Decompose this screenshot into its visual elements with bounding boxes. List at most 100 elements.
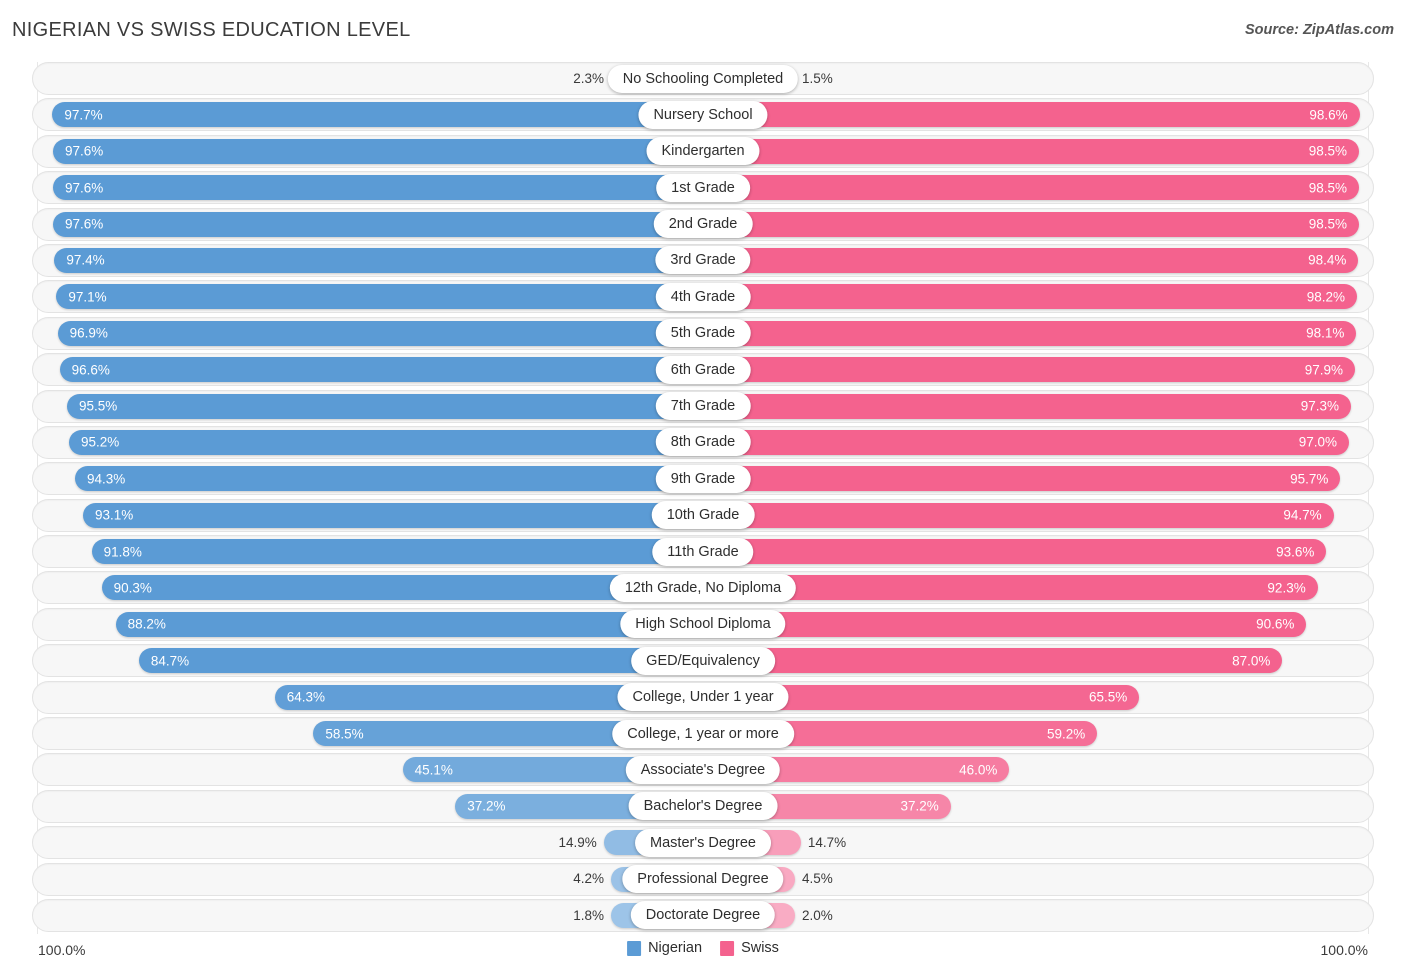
- swiss-bar[interactable]: 98.5%: [703, 175, 1359, 201]
- category-label[interactable]: Bachelor's Degree: [628, 792, 778, 821]
- bar-group-left: 88.2%: [115, 611, 703, 637]
- bar-group-left: 97.6%: [52, 138, 703, 164]
- category-label[interactable]: 2nd Grade: [653, 210, 753, 239]
- bar-value-label: 94.7%: [1283, 507, 1322, 523]
- category-label[interactable]: 7th Grade: [655, 392, 751, 421]
- category-label[interactable]: Master's Degree: [635, 828, 771, 857]
- swiss-bar[interactable]: 98.4%: [703, 247, 1359, 273]
- legend-item[interactable]: Swiss: [720, 940, 779, 956]
- bar-value-label: 98.5%: [1308, 216, 1347, 232]
- swiss-bar[interactable]: 98.5%: [703, 138, 1359, 164]
- chart-row: 37.2% 37.2% Bachelor's Degree: [0, 789, 1406, 823]
- category-label[interactable]: Associate's Degree: [625, 755, 781, 784]
- bar-group-right: 98.1%: [703, 320, 1357, 346]
- bar-value-label: 92.3%: [1267, 580, 1306, 596]
- swiss-bar[interactable]: 98.5%: [703, 211, 1359, 237]
- nigerian-bar[interactable]: 97.1%: [56, 284, 703, 310]
- nigerian-bar[interactable]: 88.2%: [115, 611, 703, 637]
- swiss-bar[interactable]: 87.0%: [703, 648, 1283, 674]
- category-label[interactable]: 9th Grade: [655, 464, 751, 493]
- swiss-bar[interactable]: 90.6%: [703, 611, 1307, 637]
- nigerian-bar[interactable]: 91.8%: [91, 539, 703, 565]
- bar-group-right: 87.0%: [703, 648, 1283, 674]
- category-label[interactable]: 5th Grade: [655, 319, 751, 348]
- nigerian-bar[interactable]: 97.6%: [52, 211, 703, 237]
- swiss-bar[interactable]: 98.1%: [703, 320, 1357, 346]
- legend-swatch-icon: [627, 940, 642, 956]
- category-label[interactable]: 6th Grade: [655, 355, 751, 384]
- bar-group-right: 97.0%: [703, 429, 1350, 455]
- bar-value-label: 90.3%: [113, 580, 152, 596]
- category-label[interactable]: GED/Equivalency: [631, 646, 775, 675]
- chart-row: 90.3% 92.3% 12th Grade, No Diploma: [0, 571, 1406, 605]
- nigerian-bar[interactable]: 93.1%: [82, 502, 703, 528]
- bar-group-right: 97.9%: [703, 357, 1355, 383]
- nigerian-bar[interactable]: 97.6%: [52, 138, 703, 164]
- chart-row: 97.1% 98.2% 4th Grade: [0, 280, 1406, 314]
- category-label[interactable]: 3rd Grade: [655, 246, 751, 275]
- bar-value-label: 98.5%: [1308, 143, 1347, 159]
- category-label[interactable]: High School Diploma: [620, 610, 786, 639]
- swiss-bar[interactable]: 94.7%: [703, 502, 1334, 528]
- swiss-bar[interactable]: 97.9%: [703, 357, 1355, 383]
- legend-label: Nigerian: [648, 940, 703, 956]
- category-label[interactable]: Nursery School: [638, 100, 768, 129]
- nigerian-bar[interactable]: 95.2%: [68, 429, 703, 455]
- category-label[interactable]: No Schooling Completed: [607, 64, 799, 93]
- bar-group-right: 98.5%: [703, 138, 1359, 164]
- bar-value-label: 97.3%: [1300, 398, 1340, 414]
- bar-group-right: 98.5%: [703, 211, 1359, 237]
- category-label[interactable]: 4th Grade: [655, 282, 751, 311]
- swiss-bar[interactable]: 97.3%: [703, 393, 1352, 419]
- category-label[interactable]: Kindergarten: [646, 137, 760, 166]
- bar-value-label: 37.2%: [900, 798, 939, 814]
- bar-value-label: 14.7%: [807, 834, 847, 850]
- bar-group-left: 97.4%: [54, 247, 703, 273]
- nigerian-bar[interactable]: 95.5%: [66, 393, 703, 419]
- chart-row: 88.2% 90.6% High School Diploma: [0, 607, 1406, 641]
- chart-row: 97.4% 98.4% 3rd Grade: [0, 243, 1406, 277]
- nigerian-bar[interactable]: 97.6%: [52, 175, 703, 201]
- bar-value-label: 97.1%: [68, 289, 107, 305]
- nigerian-bar[interactable]: 96.9%: [57, 320, 703, 346]
- bar-value-label: 46.0%: [959, 762, 998, 778]
- category-label[interactable]: 11th Grade: [652, 537, 754, 566]
- bar-group-right: 97.3%: [703, 393, 1352, 419]
- category-label[interactable]: 8th Grade: [655, 428, 751, 457]
- bar-value-label: 91.8%: [103, 543, 142, 559]
- axis-label-right: 100.0%: [1320, 942, 1368, 958]
- nigerian-bar[interactable]: 94.3%: [74, 466, 703, 492]
- category-label[interactable]: Professional Degree: [622, 865, 784, 894]
- category-label[interactable]: 1st Grade: [656, 173, 750, 202]
- chart-row: 2.3% 1.5% No Schooling Completed: [0, 62, 1406, 95]
- swiss-bar[interactable]: 98.2%: [703, 284, 1357, 310]
- category-label[interactable]: 10th Grade: [651, 501, 755, 530]
- category-label[interactable]: 12th Grade, No Diploma: [609, 573, 797, 602]
- category-label[interactable]: College, Under 1 year: [617, 683, 789, 712]
- chart-row: 58.5% 59.2% College, 1 year or more: [0, 717, 1406, 751]
- nigerian-bar[interactable]: 96.6%: [59, 357, 703, 383]
- chart-row: 97.7% 98.6% Nursery School: [0, 98, 1406, 132]
- nigerian-bar[interactable]: 84.7%: [138, 648, 703, 674]
- bar-value-label: 95.5%: [78, 398, 118, 414]
- swiss-bar[interactable]: 95.7%: [703, 466, 1341, 492]
- bar-group-right: 98.2%: [703, 284, 1357, 310]
- nigerian-bar[interactable]: 97.7%: [52, 102, 703, 128]
- bar-value-label: 98.1%: [1306, 325, 1345, 341]
- chart-row: 84.7% 87.0% GED/Equivalency: [0, 644, 1406, 678]
- bar-group-right: 90.6%: [703, 611, 1307, 637]
- bar-group-left: 97.6%: [52, 211, 703, 237]
- swiss-bar[interactable]: 98.6%: [703, 102, 1360, 128]
- swiss-bar[interactable]: 97.0%: [703, 429, 1350, 455]
- bar-value-label: 37.2%: [467, 798, 506, 814]
- swiss-bar[interactable]: 93.6%: [703, 539, 1327, 565]
- category-label[interactable]: Doctorate Degree: [630, 901, 776, 930]
- category-label[interactable]: College, 1 year or more: [612, 719, 794, 748]
- bar-group-right: 98.5%: [703, 175, 1359, 201]
- nigerian-bar[interactable]: 97.4%: [54, 247, 703, 273]
- chart-row: 4.2% 4.5% Professional Degree: [0, 862, 1406, 896]
- legend-item[interactable]: Nigerian: [627, 940, 702, 956]
- chart-row: 96.6% 97.9% 6th Grade: [0, 353, 1406, 387]
- bar-value-label: 98.5%: [1308, 179, 1347, 195]
- bar-group-right: 95.7%: [703, 466, 1341, 492]
